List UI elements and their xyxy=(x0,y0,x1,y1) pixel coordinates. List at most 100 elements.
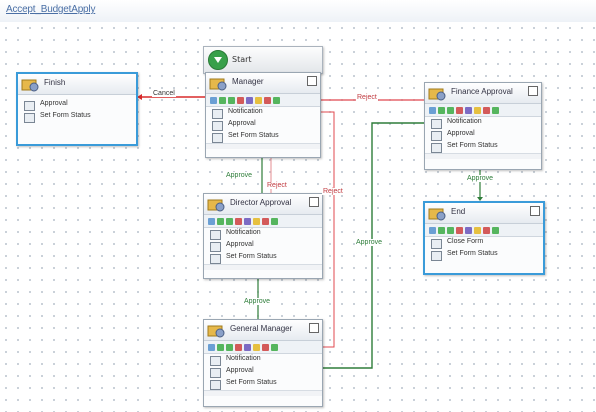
node-row[interactable]: Set Form Status xyxy=(206,131,320,143)
start-node[interactable]: Start xyxy=(203,46,323,74)
node-row[interactable]: Approval xyxy=(204,366,322,378)
tool-icon[interactable] xyxy=(253,343,260,351)
maximize-icon[interactable] xyxy=(307,76,317,86)
tool-icon[interactable] xyxy=(228,96,235,104)
maximize-icon[interactable] xyxy=(309,197,319,207)
row-label: Set Form Status xyxy=(447,250,498,257)
tool-icon[interactable] xyxy=(217,217,224,225)
approval-icon xyxy=(210,368,221,378)
node-title: Director Approval xyxy=(230,198,292,207)
approval-icon xyxy=(431,131,442,141)
connector-label-approve-right: Approve xyxy=(355,239,384,246)
folder-user-icon xyxy=(207,325,225,338)
tool-icon[interactable] xyxy=(255,96,262,104)
window-title[interactable]: Accept_BudgetApply xyxy=(6,4,95,15)
tool-icon[interactable] xyxy=(237,96,244,104)
node-row[interactable]: Approval xyxy=(204,240,322,252)
tool-icon[interactable] xyxy=(226,343,233,351)
tool-icon[interactable] xyxy=(465,226,472,234)
row-label: Notification xyxy=(226,355,261,362)
connector-label-approve-down: Approve xyxy=(225,172,254,179)
node-row[interactable]: Set Form Status xyxy=(425,141,541,153)
workflow-canvas[interactable]: Start Finish Approval Set Form Status Ma… xyxy=(0,22,596,412)
tool-icon[interactable] xyxy=(492,226,499,234)
tool-icon[interactable] xyxy=(262,343,269,351)
node-finish[interactable]: Finish Approval Set Form Status xyxy=(16,72,138,146)
folder-user-icon xyxy=(209,78,227,91)
node-toolbar xyxy=(425,224,543,237)
tool-icon[interactable] xyxy=(447,226,454,234)
node-footer xyxy=(204,264,322,270)
node-row[interactable]: Set Form Status xyxy=(18,111,136,123)
folder-user-icon xyxy=(428,88,446,101)
tool-icon[interactable] xyxy=(210,96,217,104)
row-label: Approval xyxy=(226,367,254,374)
tool-icon[interactable] xyxy=(264,96,271,104)
window-titlebar: Accept_BudgetApply xyxy=(0,0,596,23)
connector-label-reject-up: Reject xyxy=(266,182,288,189)
tool-icon[interactable] xyxy=(438,226,445,234)
maximize-icon[interactable] xyxy=(528,86,538,96)
node-row[interactable]: Set Form Status xyxy=(204,378,322,390)
node-header: End xyxy=(425,203,543,224)
node-header: Manager xyxy=(206,73,320,94)
node-row[interactable]: Set Form Status xyxy=(425,249,543,261)
tool-icon[interactable] xyxy=(235,217,242,225)
tool-icon[interactable] xyxy=(456,106,463,114)
tool-icon[interactable] xyxy=(474,106,481,114)
notification-icon xyxy=(210,356,221,366)
row-label: Set Form Status xyxy=(228,132,279,139)
node-row[interactable]: Notification xyxy=(206,107,320,119)
row-label: Set Form Status xyxy=(226,379,277,386)
node-row[interactable]: Notification xyxy=(204,228,322,240)
node-finance-approval[interactable]: Finance Approval Notification Approval S… xyxy=(424,82,542,170)
tool-icon[interactable] xyxy=(438,106,445,114)
tool-icon[interactable] xyxy=(474,226,481,234)
tool-icon[interactable] xyxy=(271,217,278,225)
tool-icon[interactable] xyxy=(244,343,251,351)
node-end[interactable]: End Close Form Set Form Status xyxy=(423,201,545,275)
tool-icon[interactable] xyxy=(219,96,226,104)
row-label: Notification xyxy=(447,118,482,125)
node-row[interactable]: Approval xyxy=(18,99,136,111)
row-label: Approval xyxy=(226,241,254,248)
node-header: Finance Approval xyxy=(425,83,541,104)
maximize-icon[interactable] xyxy=(309,323,319,333)
tool-icon[interactable] xyxy=(273,96,280,104)
tool-icon[interactable] xyxy=(246,96,253,104)
node-director[interactable]: Director Approval Notification Approval … xyxy=(203,193,323,279)
node-row[interactable]: Approval xyxy=(206,119,320,131)
node-row[interactable]: Set Form Status xyxy=(204,252,322,264)
tool-icon[interactable] xyxy=(429,226,436,234)
tool-icon[interactable] xyxy=(483,226,490,234)
node-header: Finish xyxy=(18,74,136,95)
node-row[interactable]: Approval xyxy=(425,129,541,141)
tool-icon[interactable] xyxy=(447,106,454,114)
tool-icon[interactable] xyxy=(253,217,260,225)
tool-icon[interactable] xyxy=(492,106,499,114)
tool-icon[interactable] xyxy=(217,343,224,351)
approval-icon xyxy=(24,101,35,111)
tool-icon[interactable] xyxy=(244,217,251,225)
tool-icon[interactable] xyxy=(271,343,278,351)
tool-icon[interactable] xyxy=(226,217,233,225)
tool-icon[interactable] xyxy=(456,226,463,234)
tool-icon[interactable] xyxy=(208,217,215,225)
node-row[interactable]: Notification xyxy=(204,354,322,366)
tool-icon[interactable] xyxy=(483,106,490,114)
node-general-manager[interactable]: General Manager Notification Approval Se… xyxy=(203,319,323,407)
tool-icon[interactable] xyxy=(465,106,472,114)
node-row[interactable]: Close Form xyxy=(425,237,543,249)
node-header: Director Approval xyxy=(204,194,322,215)
row-label: Notification xyxy=(226,229,261,236)
node-manager[interactable]: Manager Notification Approval Set Form S… xyxy=(205,72,321,158)
tool-icon[interactable] xyxy=(429,106,436,114)
connector-label-approve-end: Approve xyxy=(466,175,495,182)
node-title: Manager xyxy=(232,77,264,86)
maximize-icon[interactable] xyxy=(530,206,540,216)
tool-icon[interactable] xyxy=(262,217,269,225)
tool-icon[interactable] xyxy=(235,343,242,351)
node-row[interactable]: Notification xyxy=(425,117,541,129)
approval-icon xyxy=(210,242,221,252)
tool-icon[interactable] xyxy=(208,343,215,351)
